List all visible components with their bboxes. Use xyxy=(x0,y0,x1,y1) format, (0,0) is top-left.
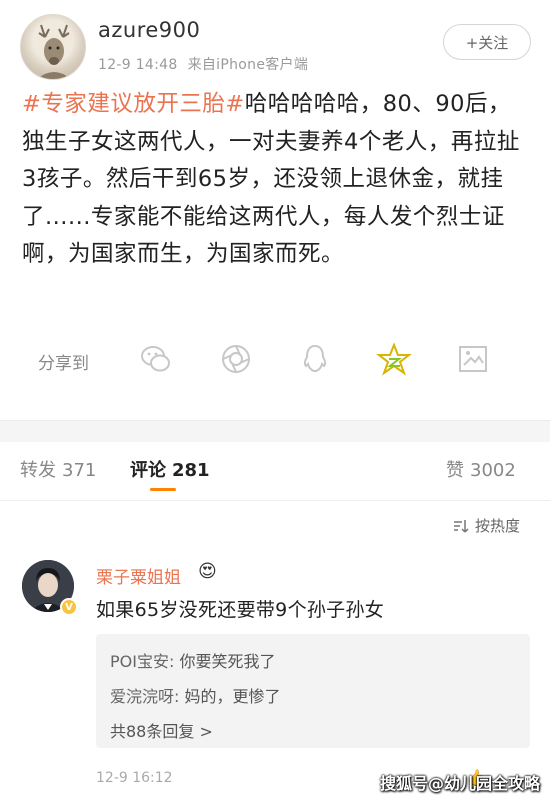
post-text: 哈哈哈哈哈，80、90后，独生子女这两代人，一对夫妻养4个老人，再拉扯3孩子。然… xyxy=(22,91,520,267)
qq-icon[interactable] xyxy=(296,340,334,378)
reply-text: 你要笑死我了 xyxy=(179,652,276,671)
follow-button[interactable]: +关注 xyxy=(443,24,531,60)
comment-time: 12-9 16:12 xyxy=(96,770,173,786)
active-tab-indicator xyxy=(150,488,176,491)
more-replies-link[interactable]: 共88条回复 > xyxy=(110,718,213,742)
sort-label: 按热度 xyxy=(475,517,521,535)
tab-repost-label: 转发 xyxy=(20,460,56,481)
tab-comments[interactable]: 评论 281 xyxy=(130,456,210,482)
reply-item[interactable]: 爱浣浣呀: 妈的，更惨了 xyxy=(110,683,281,707)
qzone-icon[interactable] xyxy=(375,340,413,378)
tab-likes[interactable]: 赞 3002 xyxy=(446,456,516,482)
sort-by-hot-button[interactable]: 按热度 xyxy=(453,515,520,536)
section-divider xyxy=(0,420,550,442)
share-label: 分享到 xyxy=(38,354,89,374)
deer-avatar-icon xyxy=(37,24,71,79)
post-date: 12-9 14:48 xyxy=(98,57,178,73)
watermark: 搜狐号@幼儿园全攻略 xyxy=(380,774,541,793)
reply-item[interactable]: POI宝安: 你要笑死我了 xyxy=(110,648,275,672)
author-username[interactable]: azure900 xyxy=(98,18,200,42)
post-meta: 12-9 14:48 来自iPhone客户端 xyxy=(98,54,318,74)
reply-text: 妈的，更惨了 xyxy=(184,687,281,706)
reply-user[interactable]: POI宝安: xyxy=(110,652,174,671)
tab-likes-count: 3002 xyxy=(470,460,516,481)
tab-repost-count: 371 xyxy=(62,460,97,481)
sort-icon xyxy=(454,519,469,533)
verified-badge-icon: V xyxy=(60,598,78,616)
moments-icon[interactable] xyxy=(217,340,255,378)
tab-repost[interactable]: 转发 371 xyxy=(20,456,96,482)
tab-comments-label: 评论 xyxy=(130,460,166,481)
post-source: 来自iPhone客户端 xyxy=(187,57,309,73)
commenter-name[interactable]: 栗子粟姐姐 xyxy=(96,563,181,588)
picture-icon[interactable] xyxy=(454,340,492,378)
author-avatar[interactable] xyxy=(20,14,86,80)
post-content: #专家建议放开三胎#哈哈哈哈哈，80、90后，独生子女这两代人，一对夫妻养4个老… xyxy=(22,86,530,274)
wechat-icon[interactable] xyxy=(137,340,175,378)
tabs-divider xyxy=(0,500,550,501)
tab-likes-label: 赞 xyxy=(446,460,464,481)
heart-eyes-emoji-icon: 😍 xyxy=(198,561,217,582)
tab-comments-count: 281 xyxy=(172,460,210,481)
hashtag-link[interactable]: #专家建议放开三胎# xyxy=(22,91,245,117)
weibo-post-screen: azure900 12-9 14:48 来自iPhone客户端 +关注 #专家建议… xyxy=(0,0,550,800)
reply-user[interactable]: 爱浣浣呀: xyxy=(110,687,179,706)
comment-text: 如果65岁没死还要带9个孙子孙女 xyxy=(96,599,385,621)
